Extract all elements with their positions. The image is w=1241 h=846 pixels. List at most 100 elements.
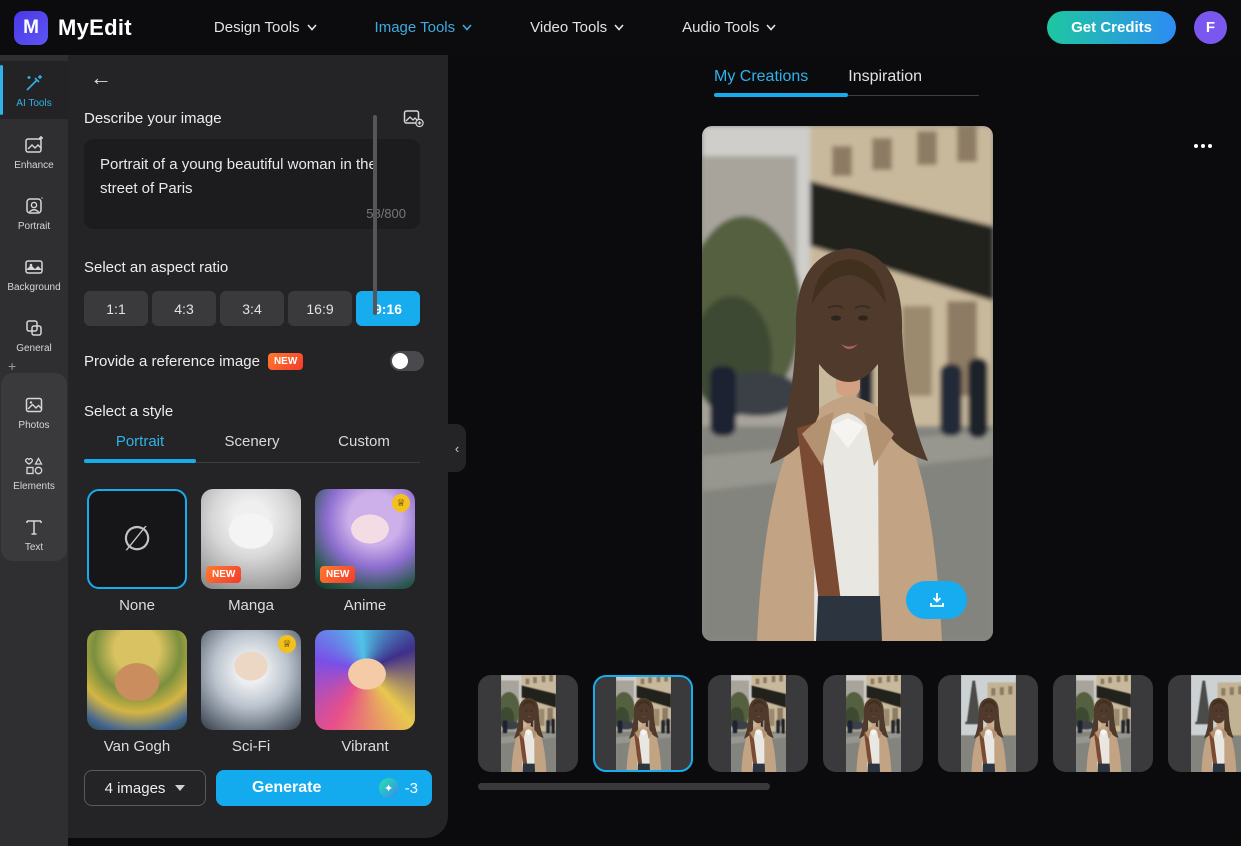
- back-button[interactable]: ←: [86, 63, 116, 93]
- sidebar-item-elements[interactable]: Elements: [0, 444, 68, 502]
- new-badge: NEW: [268, 353, 303, 370]
- chevron-down-icon: [307, 24, 317, 31]
- style-card-vibrant[interactable]: Vibrant: [315, 630, 415, 755]
- aspect-1-1-button[interactable]: 1:1: [84, 291, 148, 326]
- chevron-down-icon: [462, 24, 472, 31]
- user-avatar[interactable]: F: [1194, 11, 1227, 44]
- tab-portrait[interactable]: Portrait: [84, 433, 196, 462]
- myedit-logo-icon: M: [14, 11, 48, 45]
- aspect-9-16-button[interactable]: 9:16: [356, 291, 420, 326]
- tool-sidebar: AI Tools Enhance Portrait Background Gen…: [0, 55, 68, 846]
- style-card-label: Van Gogh: [104, 738, 170, 755]
- nav-label: Video Tools: [530, 19, 607, 36]
- nav-label: Image Tools: [375, 19, 456, 36]
- nav-audio-tools[interactable]: Audio Tools: [682, 19, 776, 36]
- content-active-tab-underline: [714, 93, 848, 97]
- image-count-dropdown[interactable]: 4 images: [84, 770, 206, 806]
- text-icon: [23, 516, 45, 538]
- sidebar-item-enhance[interactable]: Enhance: [0, 123, 68, 181]
- reference-image-toggle[interactable]: [390, 351, 424, 371]
- thumbnail-1[interactable]: [478, 675, 578, 772]
- thumbnail-7[interactable]: [1168, 675, 1241, 772]
- top-navbar: M MyEdit Design Tools Image Tools Video …: [0, 0, 1241, 55]
- download-icon: [927, 590, 947, 610]
- sidebar-item-photos[interactable]: Photos: [0, 383, 68, 441]
- active-tab-underline: [84, 459, 196, 463]
- nav-image-tools[interactable]: Image Tools: [375, 19, 473, 36]
- thumbnail-5[interactable]: [938, 675, 1038, 772]
- style-card-label: None: [119, 597, 155, 614]
- sidebar-item-text[interactable]: Text: [0, 505, 68, 563]
- style-card-none[interactable]: ∅ None: [87, 489, 187, 614]
- generate-button[interactable]: Generate ✦ -3: [216, 770, 432, 806]
- thumbnail-2-selected[interactable]: [593, 675, 693, 772]
- new-badge: NEW: [206, 566, 241, 583]
- sidebar-item-portrait[interactable]: Portrait: [0, 184, 68, 242]
- overlapping-squares-icon: [23, 317, 45, 339]
- style-card-label: Manga: [228, 597, 274, 614]
- sidebar-item-label: Elements: [13, 481, 55, 492]
- background-image-icon: [23, 256, 45, 278]
- tab-inspiration[interactable]: Inspiration: [848, 62, 922, 102]
- generate-label: Generate: [252, 779, 321, 797]
- sidebar-item-label: Background: [7, 282, 60, 293]
- chevron-down-icon: [766, 24, 776, 31]
- style-card-sci-fi[interactable]: ♕ Sci-Fi: [201, 630, 301, 755]
- main-nav: Design Tools Image Tools Video Tools Aud…: [214, 19, 777, 36]
- creations-thumbnail-strip: [478, 675, 1241, 772]
- aspect-4-3-button[interactable]: 4:3: [152, 291, 216, 326]
- style-card-grid: ∅ None NEW Manga NEW♕ Anime Van Gogh ♕ S…: [87, 489, 427, 771]
- reference-image-label: Provide a reference image: [84, 353, 260, 370]
- sidebar-item-ai-tools[interactable]: AI Tools: [0, 61, 68, 119]
- new-badge: NEW: [320, 566, 355, 583]
- thumbnail-3[interactable]: [708, 675, 808, 772]
- style-card-van-gogh[interactable]: Van Gogh: [87, 630, 187, 755]
- download-button[interactable]: [906, 581, 967, 619]
- shapes-icon: [23, 455, 45, 477]
- plus-icon[interactable]: +: [8, 358, 16, 374]
- sidebar-item-background[interactable]: Background: [0, 245, 68, 303]
- prompt-input[interactable]: Portrait of a young beautiful woman in t…: [98, 151, 406, 203]
- sidebar-item-label: AI Tools: [16, 98, 51, 109]
- image-add-icon[interactable]: [402, 107, 424, 129]
- nav-design-tools[interactable]: Design Tools: [214, 19, 317, 36]
- nav-label: Audio Tools: [682, 19, 759, 36]
- toggle-knob: [392, 353, 408, 369]
- brand-name: MyEdit: [58, 15, 132, 41]
- style-card-anime[interactable]: NEW♕ Anime: [315, 489, 415, 614]
- collapse-panel-handle[interactable]: ‹: [448, 424, 466, 472]
- tab-custom[interactable]: Custom: [308, 433, 420, 462]
- image-count-value: 4 images: [105, 780, 166, 797]
- credit-icon: ✦: [379, 778, 399, 798]
- credit-cost-value: -3: [405, 780, 418, 797]
- more-options-button[interactable]: [1188, 138, 1218, 154]
- thumbnail-4[interactable]: [823, 675, 923, 772]
- premium-crown-icon: ♕: [278, 635, 296, 653]
- brand[interactable]: M MyEdit: [14, 11, 132, 45]
- image-sparkle-icon: [23, 134, 45, 156]
- tab-scenery[interactable]: Scenery: [196, 433, 308, 462]
- style-card-manga[interactable]: NEW Manga: [201, 489, 301, 614]
- aspect-16-9-button[interactable]: 16:9: [288, 291, 352, 326]
- style-label: Select a style: [84, 403, 173, 420]
- nav-right: Get Credits F: [1047, 11, 1227, 44]
- style-tabs: Portrait Scenery Custom: [84, 433, 420, 462]
- generated-image-preview[interactable]: [702, 126, 993, 641]
- thumbnail-6[interactable]: [1053, 675, 1153, 772]
- sidebar-item-label: Text: [25, 542, 43, 553]
- thumbnail-scrollbar[interactable]: [478, 783, 770, 790]
- caret-down-icon: [175, 785, 185, 791]
- nav-video-tools[interactable]: Video Tools: [530, 19, 624, 36]
- get-credits-button[interactable]: Get Credits: [1047, 11, 1176, 44]
- aspect-ratio-group: 1:1 4:3 3:4 16:9 9:16: [84, 291, 420, 326]
- photo-icon: [23, 394, 45, 416]
- describe-label: Describe your image: [84, 110, 222, 127]
- style-card-label: Sci-Fi: [232, 738, 270, 755]
- generator-panel: ← Describe your image Portrait of a youn…: [68, 55, 448, 838]
- premium-crown-icon: ♕: [392, 494, 410, 512]
- panel-scrollbar[interactable]: [373, 115, 377, 315]
- sidebar-item-general[interactable]: General: [0, 306, 68, 364]
- aspect-3-4-button[interactable]: 3:4: [220, 291, 284, 326]
- chevron-down-icon: [614, 24, 624, 31]
- portrait-frame-icon: [23, 195, 45, 217]
